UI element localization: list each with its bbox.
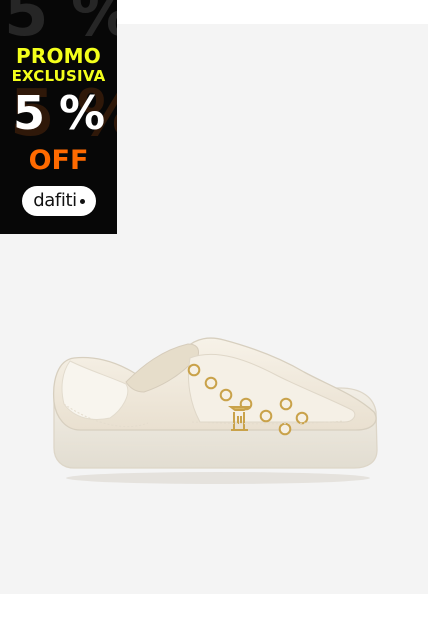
sneaker-image bbox=[52, 337, 378, 484]
brand-dot-icon bbox=[79, 199, 85, 204]
promo-background-text: 5 % bbox=[4, 0, 117, 51]
discount-value: 5 % bbox=[12, 86, 105, 140]
brand-name: dafiti bbox=[33, 190, 77, 211]
shadow bbox=[66, 472, 370, 484]
promo-subtitle: EXCLUSIVA bbox=[11, 67, 106, 85]
promo-badge: 5 % 5 % PROMO EXCLUSIVA 5 % OFF dafiti bbox=[0, 0, 117, 234]
off-label: OFF bbox=[28, 145, 89, 176]
brand-pill: dafiti bbox=[22, 186, 96, 216]
promo-title: PROMO bbox=[16, 44, 101, 68]
